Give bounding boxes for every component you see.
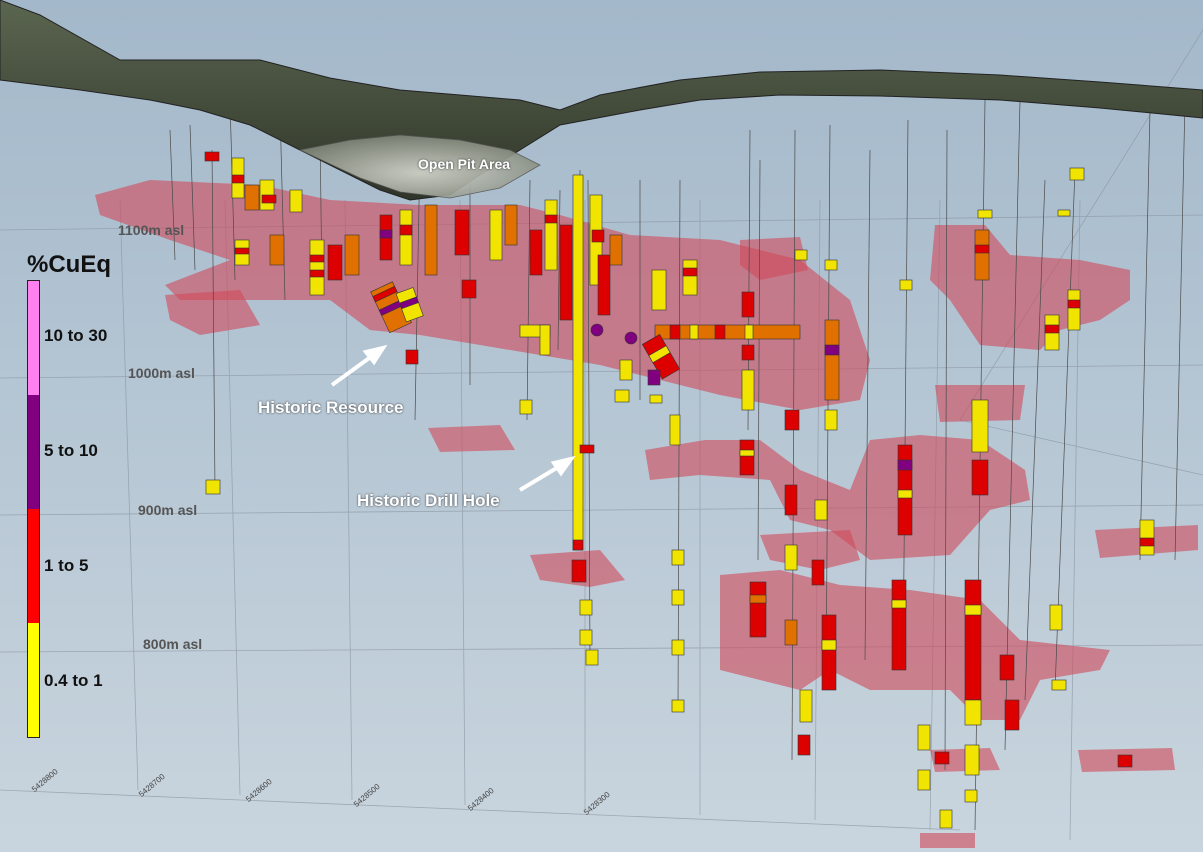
legend-swatch-1-5 xyxy=(28,509,39,623)
legend-color-bar xyxy=(27,280,40,738)
elevation-label-1100: 1100m asl xyxy=(118,222,185,238)
legend-label-04-1: 0.4 to 1 xyxy=(44,671,103,690)
elevation-label-900: 900m asl xyxy=(138,502,198,518)
legend-swatch-5-10 xyxy=(28,395,39,509)
legend-swatch-10-30 xyxy=(28,281,39,395)
open-pit-label: Open Pit Area xyxy=(418,156,511,172)
historic-drill-hole-label: Historic Drill Hole xyxy=(357,491,500,510)
3d-model-view xyxy=(0,0,1203,852)
legend-title: %CuEq xyxy=(27,251,111,278)
legend-label-5-10: 5 to 10 xyxy=(44,441,98,460)
elevation-label-800: 800m asl xyxy=(143,636,203,652)
legend-label-10-30: 10 to 30 xyxy=(44,326,108,345)
legend-label-1-5: 1 to 5 xyxy=(44,556,89,575)
elevation-label-1000: 1000m asl xyxy=(128,365,195,381)
sky-background xyxy=(0,0,1203,852)
historic-resource-label: Historic Resource xyxy=(258,398,404,417)
legend-swatch-04-1 xyxy=(28,623,39,737)
